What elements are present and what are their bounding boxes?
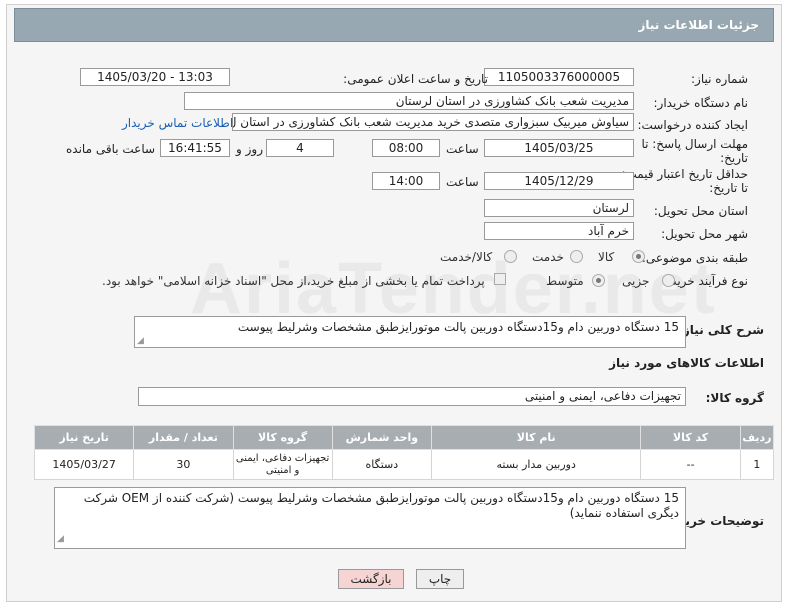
reply-deadline-label: مهلت ارسال پاسخ: تا xyxy=(641,137,748,151)
summary-text: 15 دستگاه دوربین دام و15دستگاه دوربین پا… xyxy=(237,320,679,334)
reply-remaining-field[interactable]: 16:41:55 xyxy=(160,139,230,157)
back-button[interactable]: بازگشت xyxy=(338,569,404,589)
resize-grip-icon[interactable]: ◢ xyxy=(137,336,144,346)
reply-days-field[interactable]: 4 xyxy=(266,139,334,157)
category-label: طبقه بندی موضوعی: xyxy=(641,251,748,265)
announce-field[interactable]: 1405/03/20 - 13:03 xyxy=(80,68,230,86)
reply-time-field[interactable]: 08:00 xyxy=(372,139,440,157)
city-label: شهر محل تحویل: xyxy=(661,227,748,241)
validity-time-word: ساعت xyxy=(446,175,479,189)
process-label: نوع فرآیند خرید : xyxy=(663,274,748,288)
process-option-medium: متوسط xyxy=(546,274,584,288)
cell-code: -- xyxy=(640,449,741,480)
province-label: استان محل تحویل: xyxy=(653,204,748,218)
contact-buyer-link[interactable]: اطلاعات تماس خریدار xyxy=(122,116,233,130)
cell-group: تجهیزات دفاعی، ایمنی و امنیتی xyxy=(232,449,333,480)
col-row: ردیف xyxy=(739,425,775,450)
category-radio-goods[interactable] xyxy=(632,250,645,263)
process-option-minor: جزیی xyxy=(622,274,650,288)
category-option-goods: کالا xyxy=(598,250,615,264)
buyer-org-field[interactable]: مدیریت شعب بانک کشاورزی در استان لرستان xyxy=(184,92,634,110)
summary-textarea[interactable]: 15 دستگاه دوربین دام و15دستگاه دوربین پا… xyxy=(134,316,686,348)
payment-note: پرداخت تمام یا بخشی از مبلغ خرید،از محل … xyxy=(102,274,485,288)
validity-time-field[interactable]: 14:00 xyxy=(372,172,440,190)
process-radio-minor[interactable] xyxy=(662,274,675,287)
buyer-org-label: نام دستگاه خریدار: xyxy=(653,96,749,110)
col-unit: واحد شمارش xyxy=(331,425,432,450)
col-code: کد کالا xyxy=(640,425,741,450)
validity-label-2: تا تاریخ: xyxy=(709,181,748,195)
buyer-notes-text: 15 دستگاه دوربین دام و15دستگاه دوربین پا… xyxy=(83,491,679,520)
goods-group-label: گروه کالا: xyxy=(705,391,764,405)
city-field[interactable]: خرم آباد xyxy=(484,222,634,240)
goods-table-header: ردیف کد کالا نام کالا واحد شمارش گروه کا… xyxy=(33,425,775,450)
cell-unit: دستگاه xyxy=(331,449,432,480)
buyer-notes-textarea[interactable]: 15 دستگاه دوربین دام و15دستگاه دوربین پا… xyxy=(54,487,686,549)
col-date: تاریخ نیاز xyxy=(33,425,135,450)
page-title: جزئیات اطلاعات نیاز xyxy=(14,8,774,42)
validity-label: حداقل تاریخ اعتبار قیمت: xyxy=(621,167,748,181)
cell-quantity: 30 xyxy=(133,449,234,480)
need-number-label: شماره نیاز: xyxy=(691,72,748,86)
category-radio-service[interactable] xyxy=(570,250,583,263)
goods-section-title: اطلاعات کالاهای مورد نیاز xyxy=(609,356,764,370)
cell-date: 1405/03/27 xyxy=(33,449,135,480)
remaining-word: ساعت باقی مانده xyxy=(66,142,156,156)
goods-table: ردیف کد کالا نام کالا واحد شمارش گروه کا… xyxy=(33,425,775,480)
creator-label: ایجاد کننده درخواست: xyxy=(637,118,748,132)
need-number-field[interactable]: 1105003376000005 xyxy=(484,68,634,86)
col-group: گروه کالا xyxy=(232,425,333,450)
province-field[interactable]: لرستان xyxy=(484,199,634,217)
cell-name: دوربین مدار بسته xyxy=(430,449,642,480)
resize-grip-icon[interactable]: ◢ xyxy=(57,532,64,547)
col-quantity: تعداد / مقدار xyxy=(133,425,234,450)
reply-time-word: ساعت xyxy=(446,142,479,156)
validity-date-field[interactable]: 1405/12/29 xyxy=(484,172,634,190)
print-button[interactable]: چاپ xyxy=(416,569,464,589)
category-option-goods-service: کالا/خدمت xyxy=(440,250,493,264)
table-row[interactable]: 1 -- دوربین مدار بسته دستگاه تجهیزات دفا… xyxy=(33,449,775,480)
creator-field[interactable]: سیاوش میربیک سبزواری متصدی خرید مدیریت ش… xyxy=(232,113,634,131)
announce-label: تاریخ و ساعت اعلان عمومی: xyxy=(343,72,488,86)
reply-date-field[interactable]: 1405/03/25 xyxy=(484,139,634,157)
cell-row: 1 xyxy=(739,449,775,480)
category-radio-goods-service[interactable] xyxy=(504,250,517,263)
category-option-service: خدمت xyxy=(532,250,564,264)
goods-group-field[interactable]: تجهیزات دفاعی، ایمنی و امنیتی xyxy=(138,387,686,406)
payment-checkbox[interactable] xyxy=(494,273,506,285)
summary-label: شرح کلی نیاز: xyxy=(678,323,764,337)
day-word: روز و xyxy=(236,142,263,156)
process-radio-medium[interactable] xyxy=(592,274,605,287)
col-name: نام کالا xyxy=(430,425,642,450)
reply-deadline-label-2: تاریخ: xyxy=(720,151,748,165)
